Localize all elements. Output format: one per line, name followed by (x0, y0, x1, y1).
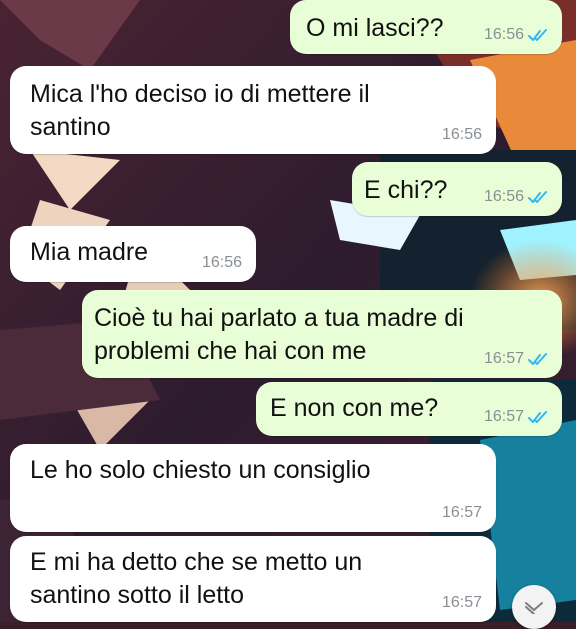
message-text: E non con me? (270, 394, 439, 422)
message-time: 16:57 (483, 408, 524, 425)
message-meta: 16:56 (484, 188, 548, 206)
message-bubble-outgoing[interactable]: O mi lasci?? 16:56 (290, 0, 562, 54)
message-meta: 16:56 (202, 254, 242, 272)
message-bubble-incoming[interactable]: Le ho solo chiesto un consiglio 16:57 (10, 444, 496, 532)
message-time: 16:56 (483, 26, 524, 43)
message-time: 16:57 (441, 594, 482, 611)
message-bubble-outgoing[interactable]: E non con me? 16:57 (256, 382, 562, 436)
message-meta: 16:57 (484, 350, 548, 368)
message-bubble-incoming[interactable]: Mica l'ho deciso io di mettere il santin… (10, 66, 496, 154)
double-check-icon (528, 191, 547, 203)
double-check-icon (528, 411, 547, 423)
message-text: Mia madre (30, 238, 149, 266)
message-bubble-incoming[interactable]: E mi ha detto che se metto un santino so… (10, 536, 496, 622)
message-time: 16:56 (201, 254, 242, 271)
message-meta: 16:57 (442, 594, 482, 612)
message-time: 16:56 (483, 188, 524, 205)
message-text: O mi lasci?? (306, 14, 444, 42)
message-time: 16:57 (483, 350, 524, 367)
message-text: Cioè tu hai parlato a tua madre di probl… (94, 304, 464, 365)
message-meta: 16:57 (484, 408, 548, 426)
message-meta: 16:57 (442, 504, 482, 522)
message-text: E mi ha detto che se metto un santino so… (30, 548, 363, 609)
message-bubble-incoming[interactable]: Mia madre 16:56 (10, 226, 256, 282)
message-time: 16:57 (441, 504, 482, 521)
message-meta: 16:56 (484, 26, 548, 44)
scroll-to-bottom-button[interactable] (512, 585, 556, 629)
chevron-down-icon (525, 602, 543, 614)
message-text: Le ho solo chiesto un consiglio (30, 456, 371, 484)
message-bubble-outgoing[interactable]: Cioè tu hai parlato a tua madre di probl… (82, 290, 562, 378)
double-check-icon (528, 353, 547, 365)
message-text: Mica l'ho deciso io di mettere il santin… (30, 80, 370, 141)
double-check-icon (528, 29, 547, 41)
message-meta: 16:56 (442, 126, 482, 144)
message-text: E chi?? (364, 176, 448, 204)
message-time: 16:56 (441, 126, 482, 143)
message-bubble-outgoing[interactable]: E chi?? 16:56 (352, 162, 562, 216)
